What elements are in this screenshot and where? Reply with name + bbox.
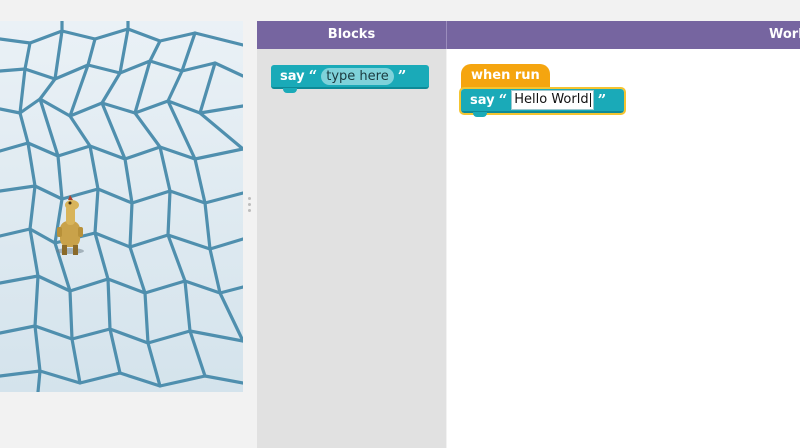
game-stage — [0, 21, 243, 392]
text-caret — [589, 92, 591, 107]
header-divider — [446, 21, 447, 49]
block-connector — [473, 112, 487, 117]
ice-background — [0, 21, 243, 392]
workspace-canvas[interactable]: when run say “ Hello World ” — [447, 49, 800, 448]
open-quote-icon: “ — [498, 91, 508, 109]
block-connector — [283, 88, 297, 93]
when-run-block[interactable]: when run — [461, 64, 550, 88]
say-text-value: Hello World — [514, 92, 589, 107]
close-quote-icon: ” — [397, 67, 407, 85]
workspace-header: Work — [769, 27, 800, 42]
say-keyword: say — [470, 92, 495, 108]
toolbox-say-block[interactable]: say “ type here ” — [271, 65, 429, 93]
workspace-say-block[interactable]: say “ Hello World ” — [459, 87, 626, 117]
say-text-input[interactable]: Hello World — [511, 90, 594, 110]
blocks-header: Blocks — [327, 27, 376, 42]
editor-header: Blocks Work — [257, 21, 800, 49]
open-quote-icon: “ — [308, 67, 318, 85]
say-keyword: say — [280, 68, 305, 84]
close-quote-icon: ” — [597, 91, 607, 109]
say-text-field[interactable]: type here — [321, 67, 394, 85]
panel-resize-handle[interactable] — [246, 197, 252, 217]
blocks-toolbox: say “ type here ” — [257, 49, 446, 448]
